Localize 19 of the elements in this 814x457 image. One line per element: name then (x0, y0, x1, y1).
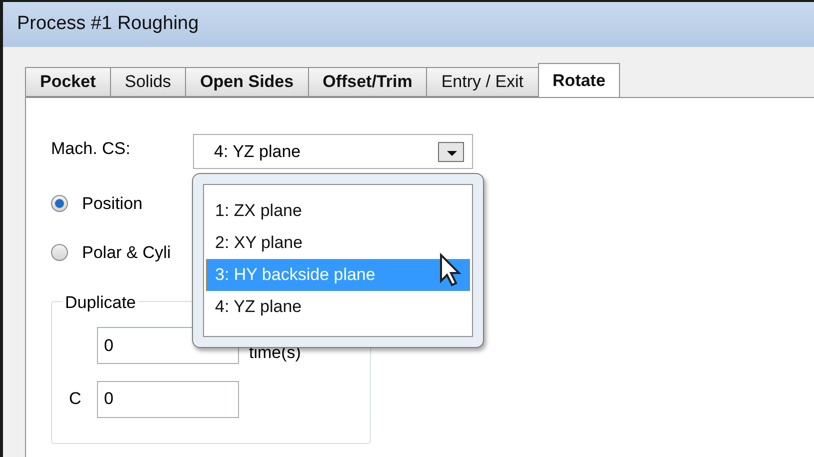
dropdown[interactable]: 4: YZ plane (193, 134, 473, 169)
tab[interactable]: Open Sides (185, 67, 309, 97)
tab[interactable]: Solids (110, 67, 186, 97)
radio-label: Polar & Cyli (82, 242, 171, 264)
radio-button[interactable] (51, 195, 68, 212)
dropdown-option[interactable]: 1: ZX plane (206, 195, 470, 227)
field-label: C (69, 388, 82, 410)
radio-label: Position (82, 193, 142, 215)
tab[interactable]: Offset/Trim (308, 67, 428, 97)
field-label: Mach. CS: (51, 138, 132, 160)
dropdown-option[interactable]: 2: XY plane (206, 227, 470, 259)
window-title: Process #1 Roughing (17, 12, 199, 36)
dropdown-option[interactable]: 4: YZ plane (206, 291, 470, 323)
tab[interactable]: Entry / Exit (426, 67, 539, 97)
input-field[interactable]: 0 (97, 380, 239, 418)
input-field[interactable]: 0 (97, 327, 239, 364)
radio-button[interactable] (51, 244, 68, 261)
tab[interactable]: Rotate (538, 63, 620, 97)
tab[interactable]: Pocket (25, 67, 111, 97)
